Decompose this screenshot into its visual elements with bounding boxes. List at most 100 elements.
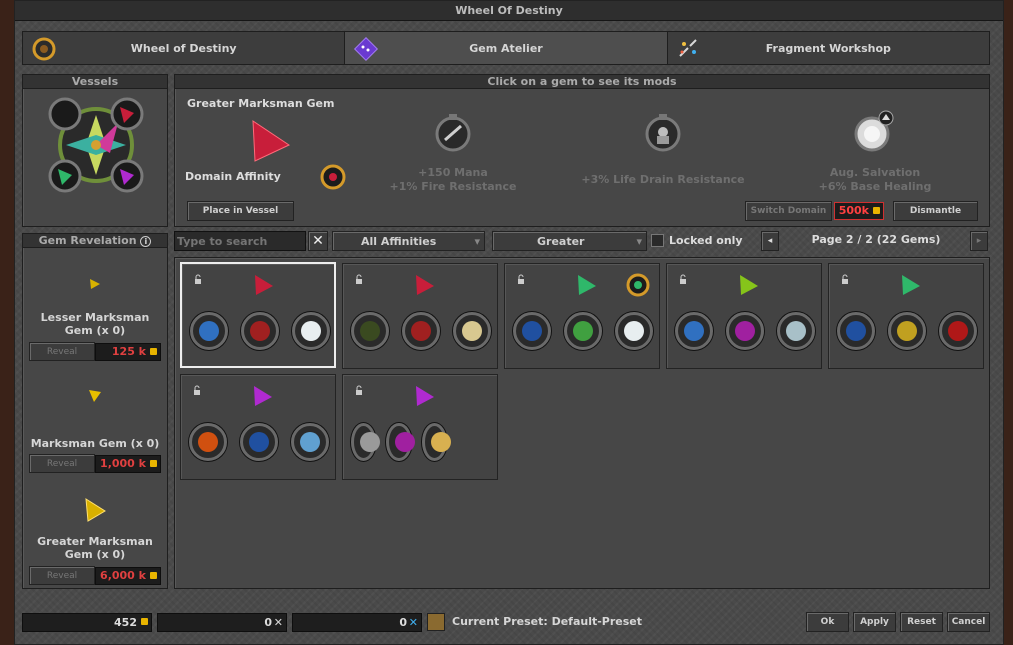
vessel-icon[interactable]	[48, 97, 144, 193]
details-title: Click on a gem to see its mods	[175, 75, 989, 89]
place-in-vessel-button[interactable]: Place in Vessel	[187, 201, 294, 221]
dismantle-button[interactable]: Dismantle	[893, 201, 978, 221]
switch-domain-price: 500k	[834, 202, 884, 220]
next-page-button[interactable]: ▸	[970, 231, 988, 251]
mod2-text: +3% Life Drain Resistance	[581, 173, 745, 186]
locked-only-checkbox[interactable]	[651, 234, 664, 247]
revelation-header: Gem Revelation i	[23, 234, 167, 248]
shield-mod-icon	[351, 312, 389, 350]
healing-mod-icon	[453, 312, 491, 350]
gem-card[interactable]	[342, 374, 498, 480]
shield-mod-icon	[513, 312, 551, 350]
tab-fragment-workshop[interactable]: Fragment Workshop	[667, 32, 989, 64]
red-gem-icon	[255, 275, 273, 295]
mod3-line1: Aug. Salvation	[829, 166, 921, 179]
locked-only-label: Locked only	[669, 234, 743, 247]
reset-button[interactable]: Reset	[900, 612, 943, 632]
prev-page-button[interactable]: ◂	[761, 231, 779, 251]
shield-mod-icon	[837, 312, 875, 350]
mod3-line2: +6% Base Healing	[818, 180, 932, 193]
reveal-marksman-button[interactable]: Reveal	[29, 454, 95, 473]
tab-wheel-of-destiny[interactable]: Wheel of Destiny	[23, 32, 346, 64]
tab-gem-atelier[interactable]: Gem Atelier	[345, 32, 668, 64]
lock-icon[interactable]	[355, 385, 363, 395]
cancel-button[interactable]: Cancel	[947, 612, 990, 632]
greater-price-value: 6,000 k	[100, 569, 146, 582]
lesser-price: 125 k	[95, 343, 161, 361]
gold-balance: 452	[22, 613, 152, 632]
gem-card[interactable]	[504, 263, 660, 369]
selected-gem-icon	[252, 120, 291, 162]
domain-affinity-icon	[626, 273, 650, 297]
lock-icon[interactable]	[193, 385, 201, 395]
tab-label: Wheel of Destiny	[130, 41, 237, 55]
domain-affinity-icon	[320, 164, 346, 190]
lock-icon[interactable]	[841, 274, 849, 284]
lock-icon[interactable]	[355, 274, 363, 284]
page-indicator: Page 2 / 2 (22 Gems)	[811, 233, 941, 246]
mod-slot-2-icon	[645, 114, 681, 152]
tab-label: Gem Atelier	[469, 41, 543, 55]
chevron-down-icon: ▾	[474, 234, 480, 248]
greater-fragment-icon: ✕	[408, 616, 418, 629]
switch-domain-button[interactable]: Switch Domain	[745, 201, 832, 221]
resist-mod-icon	[777, 312, 815, 350]
tab-label: Fragment Workshop	[765, 41, 891, 55]
affinity-value: All Affinities	[361, 234, 437, 248]
gem-grid	[174, 257, 990, 589]
gem-card[interactable]	[342, 263, 498, 369]
clear-search-button[interactable]: ✕	[308, 231, 328, 251]
affinity-label: Domain Affinity	[185, 170, 281, 183]
revelation-title: Gem Revelation	[38, 234, 137, 247]
ice-mod-icon	[291, 423, 329, 461]
fragment-icon: ✕	[273, 616, 283, 629]
preset-icon[interactable]	[427, 613, 445, 631]
search-input[interactable]	[174, 231, 306, 251]
gem-card[interactable]	[180, 262, 336, 368]
fragment-balance-1: 0 ✕	[157, 613, 287, 632]
reveal-lesser-button[interactable]: Reveal	[29, 342, 95, 361]
marksman-price-value: 1,000 k	[100, 457, 146, 470]
apply-button[interactable]: Apply	[853, 612, 896, 632]
switch-price-value: 500k	[838, 204, 869, 217]
ok-button[interactable]: Ok	[806, 612, 849, 632]
gem-card[interactable]	[666, 263, 822, 369]
current-preset-label: Current Preset: Default-Preset	[452, 615, 643, 628]
gem-card[interactable]	[180, 374, 336, 480]
lock-icon[interactable]	[679, 274, 687, 284]
lesser-marksman-gem-icon	[90, 279, 100, 289]
green-gem-icon	[578, 275, 596, 295]
affinity-dropdown[interactable]: All Affinities ▾	[332, 231, 485, 251]
salvation-mod-icon	[615, 312, 653, 350]
wheel-of-destiny-window: Wheel Of Destiny Wheel of Destiny Gem At…	[14, 0, 1004, 645]
marksman-gem-name: Marksman Gem (x 0)	[30, 437, 160, 450]
mod1-line2: +1% Fire Resistance	[389, 180, 517, 193]
lock-icon[interactable]	[194, 274, 202, 284]
mod1-line1: +150 Mana	[418, 166, 488, 179]
fragment2-value: 0	[399, 616, 407, 629]
red-gem-icon	[416, 275, 434, 295]
healing-mod-icon	[421, 423, 451, 461]
mod-slot-1-icon	[435, 114, 471, 152]
reveal-greater-button[interactable]: Reveal	[29, 566, 95, 585]
gold-coin-icon	[150, 460, 157, 467]
gold-coin-icon	[150, 348, 157, 355]
gem-atelier-icon	[354, 36, 379, 62]
energy-mod-icon	[564, 312, 602, 350]
energy-mod-icon	[888, 312, 926, 350]
gem-card[interactable]	[828, 263, 984, 369]
greater-marksman-gem-icon	[85, 498, 106, 522]
quality-dropdown[interactable]: Greater ▾	[492, 231, 647, 251]
info-icon[interactable]: i	[140, 236, 152, 247]
marksman-gem-icon	[89, 390, 101, 402]
lock-icon[interactable]	[517, 274, 525, 284]
lesser-price-value: 125 k	[111, 345, 146, 358]
fragment-balance-2: 0 ✕	[292, 613, 422, 632]
shield-mod-icon	[726, 312, 764, 350]
lesser-gem-name: Lesser Marksman Gem (x 0)	[40, 311, 150, 337]
fragment-icon	[678, 39, 697, 57]
gem-details-panel: Click on a gem to see its mods Greater M…	[174, 74, 990, 227]
greater-gem-name: Greater Marksman Gem (x 0)	[37, 535, 153, 561]
marksman-price: 1,000 k	[95, 455, 161, 473]
window-title: Wheel Of Destiny	[15, 1, 1003, 21]
